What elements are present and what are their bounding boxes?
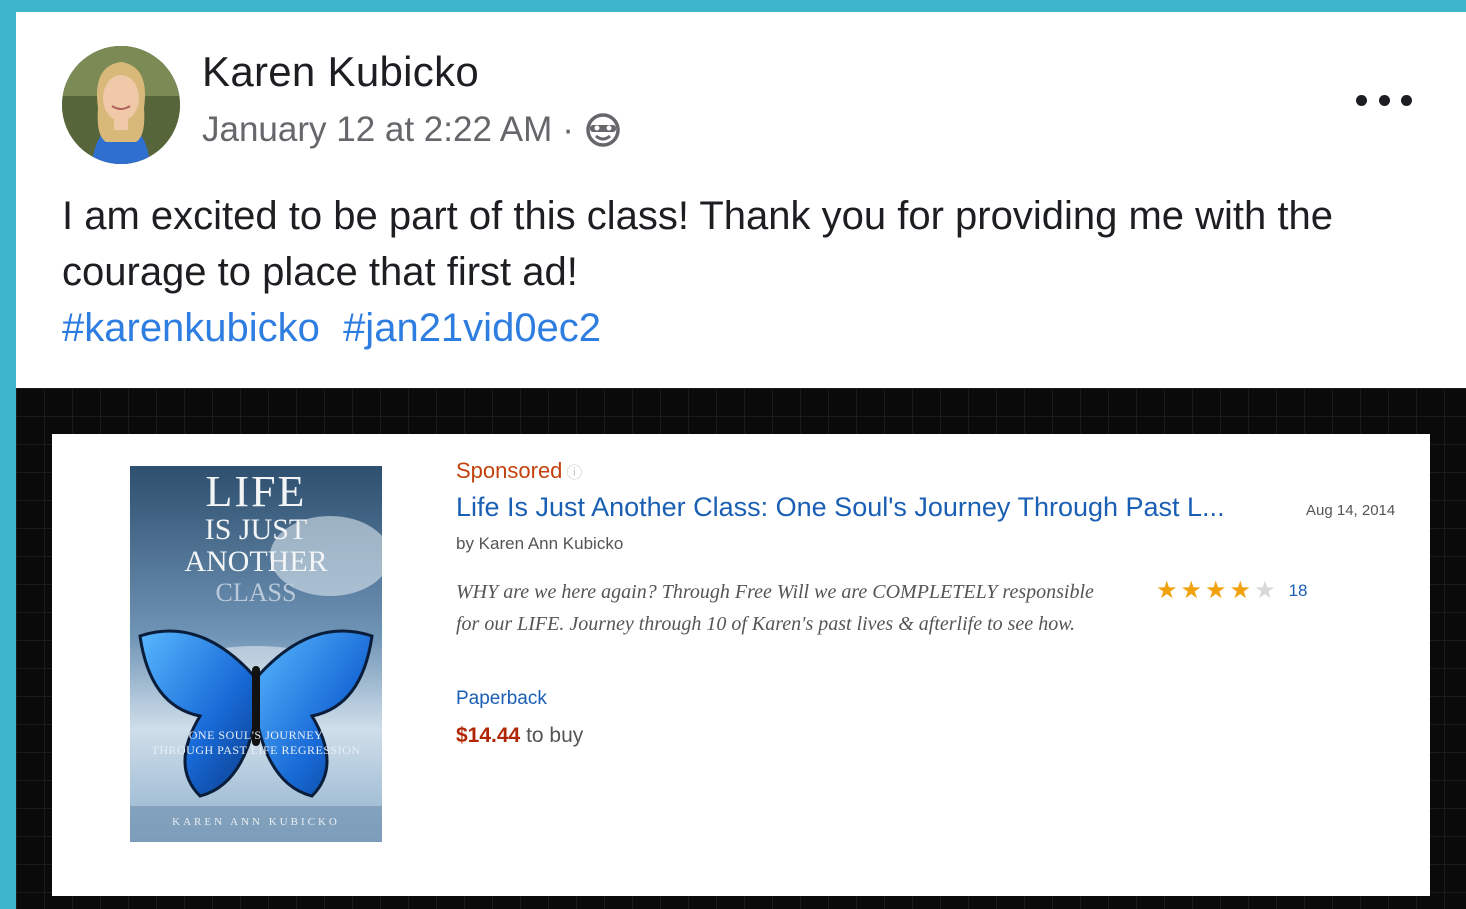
- post-meta: January 12 at 2:22 AM ·: [202, 110, 622, 150]
- book-cover-author: KAREN ANN KUBICKO: [172, 816, 340, 828]
- hashtag-link[interactable]: #jan21vid0ec2: [343, 306, 601, 350]
- product-price[interactable]: $14.44: [456, 724, 520, 747]
- star-icon: ★: [1205, 577, 1227, 604]
- book-cover-title: LIFE IS JUST ANOTHER CLASS: [184, 467, 328, 608]
- post-image[interactable]: LIFE IS JUST ANOTHER CLASS ONE SOUL'S JO…: [16, 388, 1466, 909]
- star-icon: ★: [1156, 577, 1178, 604]
- info-icon[interactable]: ⓘ: [566, 459, 582, 483]
- more-options-icon[interactable]: [1356, 82, 1412, 118]
- star-rating[interactable]: ★ ★ ★ ★ ★ 18: [1156, 576, 1308, 605]
- ad-product-title[interactable]: Life Is Just Another Class: One Soul's J…: [456, 492, 1225, 523]
- hashtags: #karenkubicko #jan21vid0ec2: [62, 300, 613, 356]
- ad-description: WHY are we here again? Through Free Will…: [456, 581, 1094, 635]
- book-cover[interactable]: LIFE IS JUST ANOTHER CLASS ONE SOUL'S JO…: [130, 466, 382, 842]
- hashtag-link[interactable]: #karenkubicko: [62, 306, 320, 350]
- author-name[interactable]: Karen Kubicko: [202, 48, 479, 96]
- globe-icon: [584, 111, 622, 149]
- ad-byline[interactable]: by Karen Ann Kubicko: [456, 534, 623, 554]
- book-cover-subtitle: ONE SOUL'S JOURNEY THROUGH PAST LIFE REG…: [151, 728, 361, 757]
- more-dot: [1356, 94, 1367, 106]
- star-icon: ★: [1229, 577, 1252, 604]
- post-timestamp[interactable]: January 12 at 2:22 AM: [202, 110, 552, 150]
- more-dot: [1378, 94, 1390, 106]
- more-dot: [1401, 94, 1412, 106]
- sponsored-ad-listing: LIFE IS JUST ANOTHER CLASS ONE SOUL'S JO…: [52, 434, 1430, 896]
- review-count[interactable]: 18: [1289, 581, 1308, 601]
- ad-publish-date: Aug 14, 2014: [1306, 502, 1396, 519]
- price-row: $14.44 to buy: [456, 724, 583, 748]
- price-suffix: to buy: [526, 724, 584, 747]
- sponsored-label: Sponsored ⓘ: [456, 458, 583, 483]
- star-icon: ★: [1180, 577, 1203, 604]
- post-text: I am excited to be part of this class! T…: [62, 194, 1333, 294]
- author-avatar[interactable]: [62, 46, 180, 164]
- star-empty-icon: ★: [1254, 577, 1276, 604]
- product-format-link[interactable]: Paperback: [456, 688, 547, 710]
- post-card: Karen Kubicko January 12 at 2:22 AM · I …: [16, 12, 1466, 909]
- meta-separator: ·: [562, 110, 574, 149]
